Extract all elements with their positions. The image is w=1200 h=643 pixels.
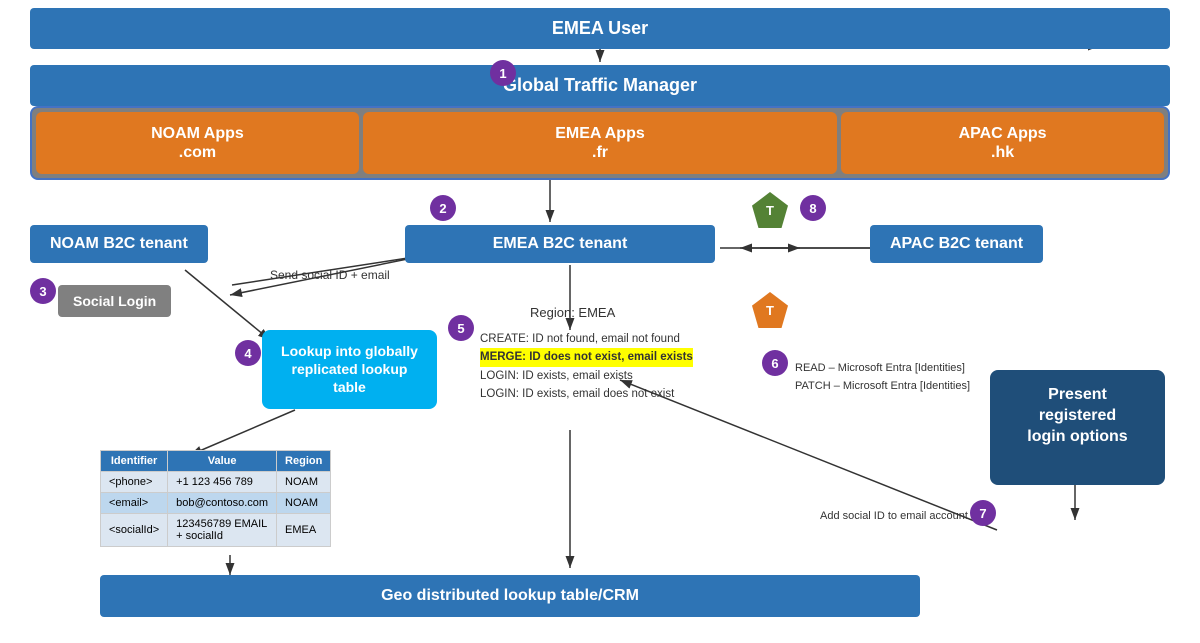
emea-tenant-box: EMEA B2C tenant [405, 225, 715, 263]
badge-5: 5 [448, 315, 474, 341]
col-value: Value [168, 451, 277, 472]
step-login1: LOGIN: ID exists, email exists [480, 367, 693, 385]
emea-apps-box: EMEA Apps.fr [363, 112, 837, 174]
pentagon-orange: T [752, 292, 788, 328]
badge-2: 2 [430, 195, 456, 221]
social-login-box: Social Login [58, 285, 171, 317]
apac-apps-box: APAC Apps.hk [841, 112, 1164, 174]
present-box: Presentregisteredlogin options [990, 370, 1165, 485]
table-row: <email> bob@contoso.com NOAM [101, 493, 331, 514]
emea-user-label: EMEA User [30, 8, 1170, 49]
apps-row: NOAM Apps.com EMEA Apps.fr APAC Apps.hk [30, 106, 1170, 180]
table-row: <phone> +1 123 456 789 NOAM [101, 472, 331, 493]
geo-bar: Geo distributed lookup table/CRM [100, 575, 920, 617]
badge-7: 7 [970, 500, 996, 526]
reg-socialid: EMEA [277, 514, 331, 547]
reg-phone: NOAM [277, 472, 331, 493]
step-items: CREATE: ID not found, email not found ME… [480, 330, 693, 404]
badge-4: 4 [235, 340, 261, 366]
send-social-label: Send social ID + email [270, 268, 390, 282]
data-table: Identifier Value Region <phone> +1 123 4… [100, 450, 331, 547]
region-label: Region: EMEA [530, 305, 615, 320]
noam-tenant-box: NOAM B2C tenant [30, 225, 208, 263]
lookup-box: Lookup into globallyreplicated lookuptab… [262, 330, 437, 409]
table-row: <socialId> 123456789 EMAIL + socialId EM… [101, 514, 331, 547]
badge-3: 3 [30, 278, 56, 304]
val-email: bob@contoso.com [168, 493, 277, 514]
pentagon-green: T [752, 192, 788, 228]
badge-8: 8 [800, 195, 826, 221]
reg-email: NOAM [277, 493, 331, 514]
add-social-text: Add social ID to email account [820, 510, 968, 522]
val-socialid: 123456789 EMAIL + socialId [168, 514, 277, 547]
patch-text: PATCH – Microsoft Entra [Identities] [795, 378, 970, 396]
badge-1: 1 [490, 60, 516, 86]
read-text: READ – Microsoft Entra [Identities] [795, 360, 970, 378]
read-patch-text: READ – Microsoft Entra [Identities] PATC… [795, 360, 970, 395]
step-merge: MERGE: ID does not exist, email exists [480, 348, 693, 366]
badge-6: 6 [762, 350, 788, 376]
gtm-bar-container: Global Traffic Manager [30, 65, 1170, 106]
apac-tenant-box: APAC B2C tenant [870, 225, 1043, 263]
step-login2: LOGIN: ID exists, email does not exist [480, 385, 693, 403]
emea-user-bar: EMEA User [30, 8, 1170, 49]
col-region: Region [277, 451, 331, 472]
val-phone: +1 123 456 789 [168, 472, 277, 493]
diagram: EMEA User 1 Global Traffic Manager NOAM … [0, 0, 1200, 643]
id-email: <email> [101, 493, 168, 514]
id-socialid: <socialId> [101, 514, 168, 547]
id-phone: <phone> [101, 472, 168, 493]
col-identifier: Identifier [101, 451, 168, 472]
gtm-label: Global Traffic Manager [30, 65, 1170, 106]
apps-container: NOAM Apps.com EMEA Apps.fr APAC Apps.hk [30, 106, 1170, 180]
noam-apps-box: NOAM Apps.com [36, 112, 359, 174]
step-create: CREATE: ID not found, email not found [480, 330, 693, 348]
